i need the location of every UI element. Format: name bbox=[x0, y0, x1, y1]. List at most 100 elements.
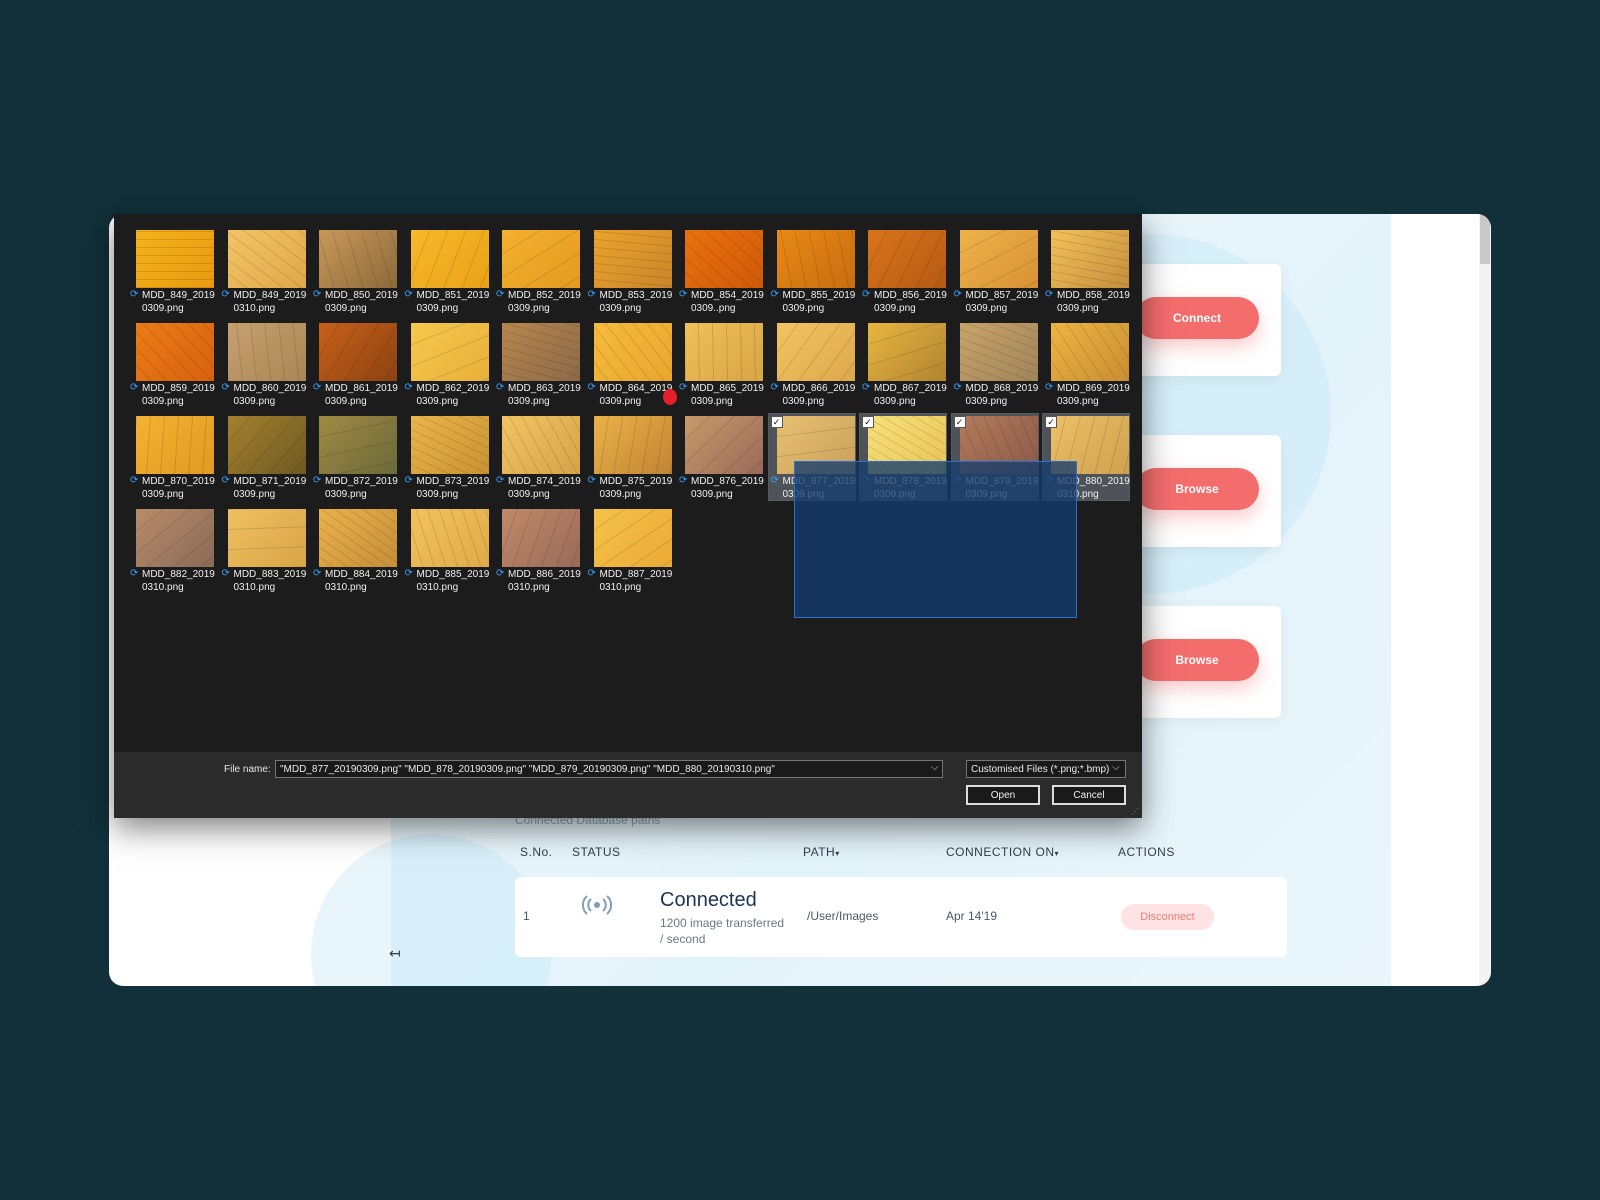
file-name: MDD_886_2019 0310.png bbox=[508, 568, 582, 594]
file-thumbnail bbox=[1051, 230, 1129, 288]
file-name-line2: 0309.png bbox=[508, 303, 550, 314]
file-item[interactable]: ⟳ MDD_866_2019 0309.png bbox=[769, 321, 855, 407]
file-name: MDD_859_2019 0309.png bbox=[142, 382, 216, 408]
file-name-line2: 0310.png bbox=[142, 582, 184, 593]
file-name: MDD_863_2019 0309.png bbox=[508, 382, 582, 408]
file-item[interactable]: ⟳ MDD_872_2019 0309.png bbox=[311, 414, 398, 500]
file-name-line2: 0309.png bbox=[142, 396, 184, 407]
chevron-down-icon[interactable]: ⌵ bbox=[931, 762, 939, 773]
file-item[interactable]: ⟳ MDD_860_2019 0309.png bbox=[220, 321, 306, 407]
header-connection-on[interactable]: CONNECTION ON▾ bbox=[946, 845, 1059, 859]
sync-icon: ⟳ bbox=[679, 475, 688, 486]
file-name: MDD_852_2019 0309.png bbox=[508, 289, 582, 315]
file-item[interactable]: ⟳ MDD_885_2019 0310.png bbox=[403, 507, 489, 593]
file-thumbnail bbox=[776, 230, 855, 288]
file-name-line2: 0310.png bbox=[416, 582, 459, 593]
collapse-left-icon[interactable]: ↤ bbox=[389, 945, 401, 962]
file-item[interactable]: ⟳ MDD_876_2019 0309.png bbox=[677, 414, 764, 500]
file-item[interactable]: ⟳ MDD_861_2019 0309.png bbox=[311, 321, 399, 408]
file-name-line1: MDD_863_2019 bbox=[508, 383, 581, 394]
file-name-line2: 0309.png bbox=[874, 303, 916, 314]
file-name-line2: 0309.png bbox=[233, 396, 276, 407]
file-name-line2: 0309.png bbox=[782, 303, 825, 314]
file-item[interactable]: ⟳ MDD_886_2019 0310.png bbox=[494, 507, 582, 594]
file-item[interactable]: ⟳ MDD_856_2019 0309.png bbox=[860, 228, 947, 314]
file-item[interactable]: ⟳ MDD_850_2019 0309.png bbox=[311, 228, 398, 314]
file-item[interactable]: ⟳ MDD_849_2019 0310.png bbox=[220, 228, 306, 314]
file-item[interactable]: ⟳ MDD_870_2019 0309.png bbox=[128, 414, 215, 500]
file-item[interactable]: ⟳ MDD_859_2019 0309.png bbox=[128, 321, 216, 408]
file-name-line1: MDD_861_2019 bbox=[325, 383, 398, 394]
file-item[interactable]: ⟳ MDD_871_2019 0309.png bbox=[220, 414, 306, 500]
file-name-line1: MDD_853_2019 bbox=[599, 290, 673, 301]
file-name: MDD_871_2019 0309.png bbox=[234, 475, 308, 501]
scrollbar[interactable] bbox=[1479, 214, 1491, 986]
thumbnail-pattern bbox=[502, 509, 580, 567]
file-thumbnail bbox=[227, 323, 306, 381]
thumbnail-pattern bbox=[776, 323, 855, 381]
file-item[interactable]: ⟳ MDD_887_2019 0310.png bbox=[586, 507, 672, 593]
checkbox-checked-icon[interactable]: ✓ bbox=[953, 416, 966, 428]
file-item[interactable]: ⟳ MDD_873_2019 0309.png bbox=[403, 414, 489, 500]
file-name-line2: 0309.png bbox=[691, 489, 733, 500]
file-item[interactable]: ⟳ MDD_884_2019 0310.png bbox=[311, 507, 398, 593]
file-item[interactable]: ⟳ MDD_864_2019 0309.png bbox=[586, 321, 672, 407]
file-item[interactable]: ⟳ MDD_875_2019 0309.png bbox=[586, 414, 672, 500]
connect-button[interactable]: Connect bbox=[1135, 297, 1259, 339]
file-item[interactable]: ⟳ MDD_849_2019 0309.png bbox=[128, 228, 215, 314]
sync-icon: ⟳ bbox=[130, 289, 139, 300]
file-name: MDD_860_2019 0309.png bbox=[234, 382, 308, 408]
file-item[interactable]: ⟳ MDD_852_2019 0309.png bbox=[494, 228, 582, 315]
file-item[interactable]: ⟳ MDD_854_2019 0309..png bbox=[677, 228, 764, 314]
header-path[interactable]: PATH▾ bbox=[803, 845, 840, 859]
file-thumbnail bbox=[227, 230, 306, 288]
sync-icon: ⟳ bbox=[496, 475, 505, 486]
sync-icon: ⟳ bbox=[221, 568, 230, 579]
file-name-input[interactable]: "MDD_877_20190309.png" "MDD_878_20190309… bbox=[275, 760, 943, 778]
disconnect-button[interactable]: Disconnect bbox=[1121, 904, 1214, 930]
file-item[interactable]: ⟳ MDD_869_2019 0309.png bbox=[1043, 321, 1130, 407]
file-item[interactable]: ⟳ MDD_865_2019 0309.png bbox=[677, 321, 765, 408]
thumbnail-pattern bbox=[593, 416, 672, 474]
file-name-line2: 0310.png bbox=[233, 303, 276, 314]
file-item[interactable]: ⟳ MDD_863_2019 0309.png bbox=[494, 321, 582, 408]
checkbox-checked-icon[interactable]: ✓ bbox=[770, 416, 783, 428]
thumbnail-pattern bbox=[959, 230, 1038, 288]
file-name-line1: MDD_852_2019 bbox=[508, 290, 581, 301]
file-thumbnail bbox=[685, 323, 763, 381]
file-name: MDD_865_2019 0309.png bbox=[691, 382, 765, 408]
file-name-line1: MDD_854_2019 bbox=[691, 290, 764, 301]
file-item[interactable]: ⟳ MDD_853_2019 0309.png bbox=[586, 228, 672, 314]
resize-grip-icon[interactable]: ⋰ bbox=[1131, 807, 1139, 816]
file-name: MDD_861_2019 0309.png bbox=[325, 382, 399, 408]
thumbnail-pattern bbox=[410, 323, 489, 381]
thumbnail-pattern bbox=[868, 323, 946, 381]
file-item[interactable]: ⟳ MDD_858_2019 0309.png bbox=[1043, 228, 1130, 314]
checkbox-checked-icon[interactable]: ✓ bbox=[1045, 416, 1057, 428]
thumbnail-pattern bbox=[502, 323, 580, 381]
cancel-button[interactable]: Cancel bbox=[1052, 785, 1126, 805]
file-item[interactable]: ⟳ MDD_862_2019 0309.png bbox=[403, 321, 489, 407]
file-item[interactable]: ⟳ MDD_868_2019 0309.png bbox=[952, 321, 1038, 407]
file-item[interactable]: ⟳ MDD_857_2019 0309.png bbox=[952, 228, 1038, 314]
file-name: MDD_873_2019 0309.png bbox=[417, 475, 491, 501]
file-name-line1: MDD_883_2019 bbox=[233, 569, 307, 580]
file-thumbnail bbox=[319, 323, 397, 381]
chevron-down-icon[interactable]: ⌵ bbox=[1112, 762, 1120, 773]
file-thumbnail bbox=[502, 416, 580, 474]
browse-button-2[interactable]: Browse bbox=[1135, 639, 1259, 681]
file-type-select[interactable]: Customised Files (*.png;*.bmp) bbox=[966, 760, 1126, 778]
sync-icon: ⟳ bbox=[221, 475, 230, 486]
file-item[interactable]: ⟳ MDD_851_2019 0309.png bbox=[403, 228, 489, 314]
file-item[interactable]: ⟳ MDD_883_2019 0310.png bbox=[220, 507, 306, 593]
file-item[interactable]: ⟳ MDD_867_2019 0309.png bbox=[860, 321, 947, 407]
browse-button-1[interactable]: Browse bbox=[1135, 468, 1259, 510]
checkbox-checked-icon[interactable]: ✓ bbox=[862, 416, 874, 428]
file-item[interactable]: ⟳ MDD_855_2019 0309.png bbox=[769, 228, 855, 314]
file-name-line2: 0309.png bbox=[965, 303, 1008, 314]
file-item[interactable]: ⟳ MDD_882_2019 0310.png bbox=[128, 507, 215, 593]
scrollbar-thumb[interactable] bbox=[1480, 214, 1490, 264]
file-name-line1: MDD_858_2019 bbox=[1057, 290, 1130, 301]
open-button[interactable]: Open bbox=[966, 785, 1040, 805]
file-item[interactable]: ⟳ MDD_874_2019 0309.png bbox=[494, 414, 581, 500]
